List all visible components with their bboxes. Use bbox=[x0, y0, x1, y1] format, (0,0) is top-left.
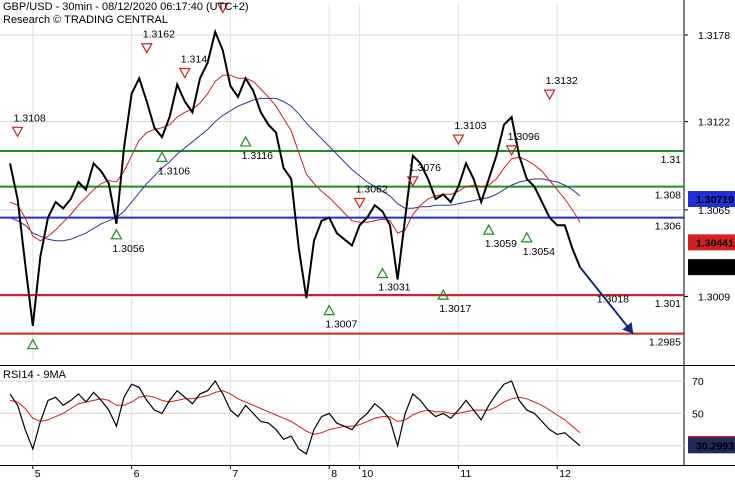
support-marker-icon bbox=[155, 151, 169, 162]
price-gridlines bbox=[0, 4, 684, 360]
price-series bbox=[9, 28, 581, 327]
resistance-label: 1.3062 bbox=[356, 184, 388, 196]
resistance-marker-icon bbox=[178, 67, 191, 79]
rsi-y-tick-label: 50 bbox=[692, 408, 704, 420]
x-tick-label: 7 bbox=[232, 468, 238, 480]
x-tick-label: 11 bbox=[460, 468, 471, 480]
chart-title: GBP/USD - 30min - 08/12/2020 06:17:40 (U… bbox=[3, 1, 248, 13]
level-label: 1.306 bbox=[655, 221, 681, 233]
rsi-gridlines bbox=[0, 368, 684, 462]
forecast-arrowhead-icon bbox=[622, 322, 634, 334]
price-y-tick-label: 1.3122 bbox=[698, 117, 730, 129]
support-label: 1.3017 bbox=[439, 303, 471, 315]
support-label: 1.3054 bbox=[523, 246, 555, 258]
support-marker-icon bbox=[482, 223, 495, 235]
resistance-marker-icon bbox=[140, 43, 153, 54]
x-tick-label: 6 bbox=[134, 468, 140, 480]
support-marker-icon bbox=[110, 228, 123, 240]
price-y-tick-label: 1.3009 bbox=[698, 292, 730, 304]
support-label: 1.3106 bbox=[158, 165, 190, 177]
level-label: 1.308 bbox=[655, 190, 681, 202]
chart-credit: Research © TRADING CENTRAL bbox=[3, 14, 168, 26]
support-label: 1.3116 bbox=[242, 150, 273, 162]
resistance-label: 1.314 bbox=[181, 53, 207, 65]
level-label: 1.31 bbox=[661, 154, 682, 166]
support-label: 1.3007 bbox=[325, 319, 357, 331]
resistance-label: 1.3103 bbox=[454, 120, 486, 132]
x-tick-label: 5 bbox=[35, 468, 41, 480]
resistance-label: 1.3132 bbox=[546, 75, 578, 87]
x-tick-label: 10 bbox=[362, 468, 374, 480]
price-y-tick-label: 1.3178 bbox=[698, 30, 730, 42]
axis-labels: 1.31781.31221.30651.30097050305678101112 bbox=[32, 30, 730, 480]
support-label: 1.3059 bbox=[485, 238, 517, 250]
price-line bbox=[9, 28, 581, 327]
rsi-badge-label: 30.2993 bbox=[696, 440, 734, 452]
resistance-label: 1.3096 bbox=[508, 131, 540, 143]
resistance-label: 1.3076 bbox=[409, 162, 441, 174]
support-marker-icon bbox=[239, 135, 252, 147]
rsi-line bbox=[9, 379, 581, 455]
level-label: 1.301 bbox=[655, 298, 681, 310]
x-tick-label: 8 bbox=[331, 468, 337, 480]
price-badge-label: 1.30441 bbox=[696, 237, 734, 249]
chart-area: 1.31 1.308 1.306 1.301 1.2985 1.3108 1.3056 1.… bbox=[0, 0, 735, 480]
support-marker-icon bbox=[520, 231, 533, 243]
resistance-label: 1.3108 bbox=[14, 112, 46, 124]
rsi-y-tick-label: 70 bbox=[692, 376, 704, 388]
level-label: 1.2985 bbox=[649, 337, 681, 349]
support-label: 1.3056 bbox=[112, 243, 144, 255]
price-badge-label: 1.3028 bbox=[702, 262, 734, 274]
resistance-marker-icon bbox=[11, 126, 24, 138]
resistance-label: 1.3162 bbox=[143, 29, 175, 41]
rsi-panel-title: RSI14 - 9MA bbox=[3, 369, 67, 381]
support-label: 1.3031 bbox=[378, 281, 410, 293]
support-marker-icon bbox=[376, 267, 389, 279]
resistance-marker-icon bbox=[543, 89, 556, 101]
x-tick-label: 12 bbox=[559, 468, 571, 480]
price-badge-label: 1.30719 bbox=[696, 194, 734, 206]
rsi-series bbox=[9, 379, 581, 455]
